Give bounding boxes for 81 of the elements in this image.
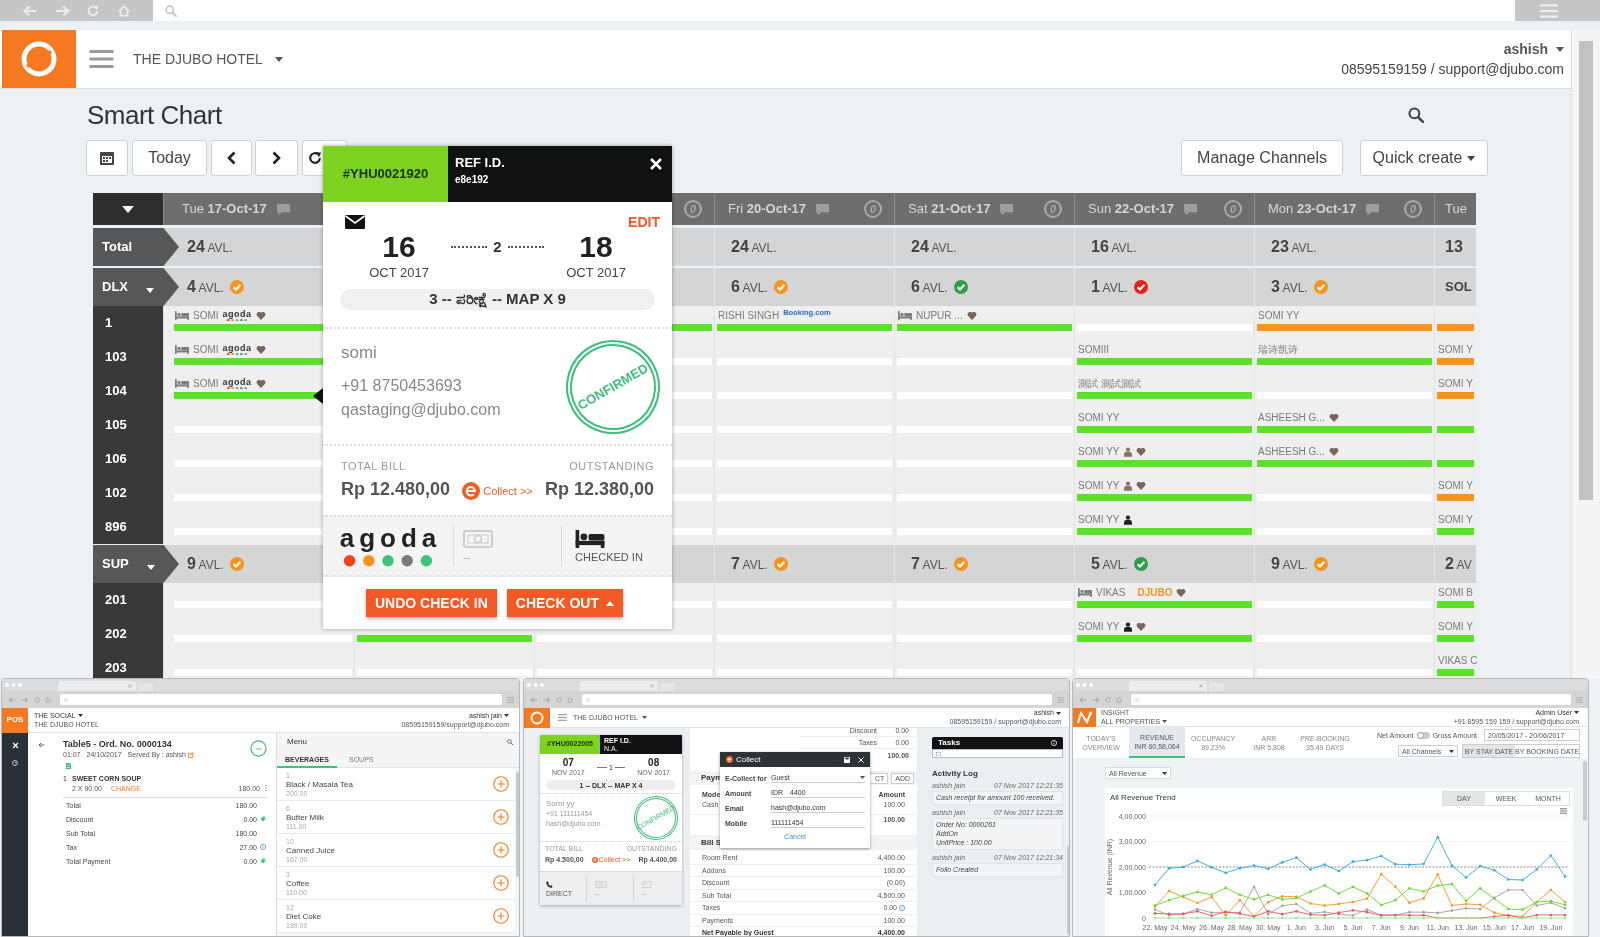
room-number: 1 xyxy=(93,306,163,340)
room-number: 104 xyxy=(93,374,163,408)
availability-count: 5 AVL. xyxy=(1091,554,1128,574)
availability-count: 24 AVL. xyxy=(187,237,233,257)
availability-count: 7 AVL. xyxy=(911,554,948,574)
guest-name: Somi yy xyxy=(546,799,576,808)
availability-count: 24 AVL. xyxy=(731,237,777,257)
room-type-name: SUP xyxy=(102,555,129,574)
item-name: Coffee xyxy=(286,878,310,888)
room-number: 102 xyxy=(93,476,163,510)
item-name: Black / Masala Tea xyxy=(286,779,353,789)
agoda-logo: agoda xyxy=(222,377,252,387)
stay-status: CHECKED IN xyxy=(575,551,644,563)
availability-count: 23 AVL. xyxy=(1271,237,1317,257)
panel-title: Activity Log xyxy=(932,770,979,778)
availability-count: 7 AVL. xyxy=(731,554,768,574)
sold-out-label: SOL xyxy=(1445,278,1472,297)
date-label: Sat 21-Oct-17 xyxy=(908,200,991,219)
room-number: 105 xyxy=(93,408,163,442)
room-number: 103 xyxy=(93,340,163,374)
guest-phone: +91 8750453693 xyxy=(341,376,463,396)
check-in-day: 16 xyxy=(382,232,416,262)
check-out-day: 18 xyxy=(579,232,613,262)
check-out-day: 08 xyxy=(648,757,660,768)
check-in-month: OCT 2017 xyxy=(369,265,429,281)
date-label: Mon 23-Oct-17 xyxy=(1268,200,1357,219)
date-label: Tue 17-Oct-17 xyxy=(182,200,267,219)
agoda-logo: agoda xyxy=(222,309,252,319)
dialog-title: Collect xyxy=(736,755,761,764)
room-type-name: DLX xyxy=(102,278,128,297)
page-title: Smart Chart xyxy=(87,102,222,128)
availability-count: 9 AVL. xyxy=(187,554,224,574)
booking-id-badge: #YHU0021920 xyxy=(323,146,448,202)
availability-count: 9 AVL. xyxy=(1271,554,1308,574)
agoda-logo: agoda xyxy=(338,525,442,552)
count-badge: 0 xyxy=(684,200,702,218)
count-badge: 0 xyxy=(1404,200,1422,218)
ref-id-label: REF I.D. xyxy=(455,155,505,170)
djubo-logo: DJUBO xyxy=(1137,587,1173,598)
menu-title: Menu xyxy=(287,737,307,746)
item-name: Canned Juice xyxy=(286,845,335,855)
guest-email: qastaging@djubo.com xyxy=(341,400,501,420)
panel-title: Tasks xyxy=(938,739,961,747)
room-number: 106 xyxy=(93,442,163,476)
count-badge: 0 xyxy=(1224,200,1242,218)
date-label: Fri 20-Oct-17 xyxy=(728,200,807,219)
availability-count: 24 AVL. xyxy=(911,237,957,257)
date-label: Sun 22-Oct-17 xyxy=(1088,200,1174,219)
count-badge: 0 xyxy=(864,200,882,218)
ref-id: e8e192 xyxy=(455,174,490,186)
availability-count: 1 AVL. xyxy=(1091,277,1128,297)
order-title: Table5 - Ord. No. 0000134 xyxy=(63,739,173,749)
availability-count: 6 AVL. xyxy=(911,277,948,297)
room-number: 203 xyxy=(93,651,163,678)
count-badge: 0 xyxy=(1044,200,1062,218)
contact-info: 08595159159 / support@djubo.com xyxy=(1341,61,1564,77)
outstanding-amount: Rp 12.380,00 xyxy=(544,479,654,499)
availability-count: 16 AVL. xyxy=(1091,237,1137,257)
bill-label: TOTAL BILL xyxy=(341,460,407,473)
check-out-month: OCT 2017 xyxy=(566,265,626,281)
payment-status: -- xyxy=(463,551,472,563)
room-plan: 3 -- ಪರೀಕ್ಷೆ -- MAP X 9 xyxy=(340,289,655,310)
availability-count: 6 AVL. xyxy=(731,277,768,297)
check-in-day: 07 xyxy=(562,757,574,768)
item-name: Diet Coke xyxy=(286,911,322,921)
chart-title: All Revenue Trend xyxy=(1110,794,1176,802)
room-number: 202 xyxy=(93,617,163,651)
total-label: Total xyxy=(93,228,179,266)
outstanding-label: OUTSTANDING xyxy=(569,460,654,473)
availability-count: 4 AVL. xyxy=(187,277,224,297)
availability-count: 2 AV xyxy=(1445,554,1472,574)
date-label: Tue xyxy=(1445,200,1467,219)
availability-count: 13 xyxy=(1445,237,1463,257)
nights-count: 2 xyxy=(493,236,502,257)
room-number: 896 xyxy=(93,510,163,544)
guest-name: somi xyxy=(341,342,378,364)
item-name: Butter Milk xyxy=(286,812,324,822)
availability-count: 3 AVL. xyxy=(1271,277,1308,297)
bill-amount: Rp 12.480,00 xyxy=(341,479,451,499)
room-number: 201 xyxy=(93,583,163,617)
agoda-logo: agoda xyxy=(222,343,252,353)
